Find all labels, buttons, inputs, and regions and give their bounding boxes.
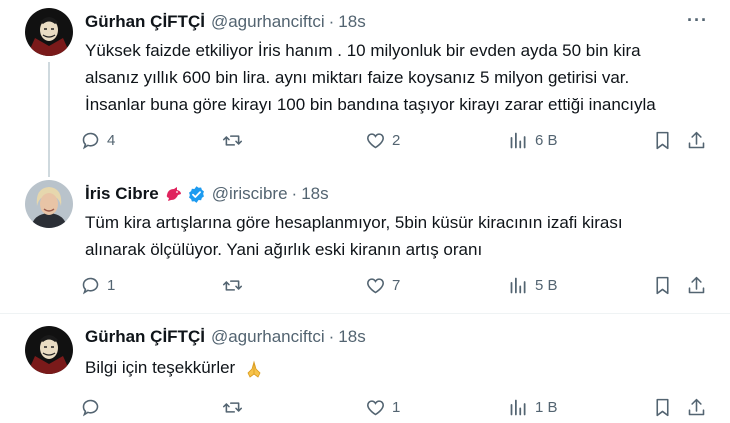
- views-icon: [510, 132, 526, 149]
- tweet-3[interactable]: Gürhan ÇİFTÇİ @agurhanciftci · 18s Bilgi…: [0, 314, 730, 420]
- tweet-text-line: İnsanlar buna göre kirayı 100 bin bandın…: [85, 95, 656, 114]
- verified-badge-icon[interactable]: [187, 185, 206, 204]
- reply-icon: [82, 399, 99, 417]
- views-icon: [510, 277, 526, 294]
- share-button[interactable]: [686, 397, 707, 418]
- thread-line: [48, 62, 50, 177]
- red-bird-icon: [166, 187, 181, 201]
- reply-icon: [82, 277, 99, 295]
- author-handle[interactable]: @agurhanciftci: [211, 12, 325, 32]
- tweet-text-line: alsanız yıllık 600 bin lira. aynı miktar…: [85, 68, 630, 87]
- retweet-button[interactable]: [222, 130, 249, 151]
- retweet-icon: [222, 402, 243, 413]
- avatar-gurhan[interactable]: [25, 8, 73, 56]
- views-button[interactable]: 6 B: [508, 130, 558, 151]
- like-icon: [367, 133, 384, 149]
- reply-button[interactable]: 1: [80, 275, 115, 296]
- tweet-text-line: Bilgi için teşekkürler: [85, 358, 236, 377]
- more-icon[interactable]: ···: [687, 10, 708, 31]
- folded-hands-icon: [247, 360, 261, 378]
- reply-button[interactable]: [80, 397, 107, 418]
- bookmark-icon: [656, 276, 669, 295]
- share-button[interactable]: [686, 275, 707, 296]
- retweet-button[interactable]: [222, 397, 249, 418]
- like-button[interactable]: 2: [365, 130, 400, 151]
- tweet-text-line: alınarak ölçülüyor. Yani ağırlık eski ki…: [85, 240, 483, 259]
- views-icon: [510, 399, 526, 416]
- tweet-text-line: Yüksek faizde etkiliyor İris hanım . 10 …: [85, 41, 641, 60]
- tweet-header: İris Cibre @iriscibre · 18s: [85, 184, 329, 204]
- views-count: 5 B: [535, 277, 558, 294]
- tweet-text: Bilgi için teşekkürler: [85, 354, 715, 381]
- avatar-iris[interactable]: [25, 180, 73, 228]
- like-icon: [367, 278, 384, 294]
- views-count: 1 B: [535, 399, 558, 416]
- like-count: 2: [392, 132, 401, 149]
- views-count: 6 B: [535, 132, 558, 149]
- tweet-text: Tüm kira artışlarına göre hesaplanmıyor,…: [85, 209, 715, 263]
- retweet-button[interactable]: [222, 275, 249, 296]
- tweet-header: Gürhan ÇİFTÇİ @agurhanciftci · 18s: [85, 12, 366, 32]
- author-handle[interactable]: @agurhanciftci: [211, 327, 325, 347]
- action-bar: 1 7 5 B: [80, 275, 720, 301]
- views-button[interactable]: 5 B: [508, 275, 558, 296]
- author-name[interactable]: Gürhan ÇİFTÇİ: [85, 327, 205, 347]
- share-icon: [688, 276, 705, 294]
- share-button[interactable]: [686, 130, 707, 151]
- reply-icon: [82, 132, 99, 150]
- like-button[interactable]: 7: [365, 275, 400, 296]
- bookmark-icon: [656, 131, 669, 150]
- timestamp[interactable]: 18s: [338, 327, 365, 347]
- bookmark-icon: [656, 398, 669, 417]
- like-button[interactable]: 1: [365, 397, 400, 418]
- like-count: 1: [392, 399, 401, 416]
- retweet-icon: [222, 280, 243, 291]
- author-name[interactable]: İris Cibre: [85, 184, 159, 204]
- author-name[interactable]: Gürhan ÇİFTÇİ: [85, 12, 205, 32]
- retweet-icon: [222, 135, 243, 146]
- like-count: 7: [392, 277, 401, 294]
- bookmark-button[interactable]: [652, 397, 673, 418]
- action-bar: 4 2 6 B: [80, 130, 720, 156]
- tweet-text: Yüksek faizde etkiliyor İris hanım . 10 …: [85, 37, 715, 118]
- tweet-header: Gürhan ÇİFTÇİ @agurhanciftci · 18s: [85, 327, 366, 347]
- tweet-text-line: Tüm kira artışlarına göre hesaplanmıyor,…: [85, 213, 623, 232]
- bookmark-button[interactable]: [652, 130, 673, 151]
- share-icon: [688, 131, 705, 149]
- views-button[interactable]: 1 B: [508, 397, 558, 418]
- tweet-1[interactable]: Gürhan ÇİFTÇİ @agurhanciftci · 18s ··· Y…: [0, 0, 730, 177]
- tweet-2[interactable]: İris Cibre @iriscibre · 18s Tüm kira art…: [0, 168, 730, 313]
- author-handle[interactable]: @iriscibre: [212, 184, 288, 204]
- reply-count: 1: [107, 277, 116, 294]
- share-icon: [688, 398, 705, 416]
- bookmark-button[interactable]: [652, 275, 673, 296]
- avatar-gurhan[interactable]: [25, 326, 73, 374]
- reply-button[interactable]: 4: [80, 130, 115, 151]
- like-icon: [367, 400, 384, 416]
- timestamp[interactable]: 18s: [301, 184, 328, 204]
- reply-count: 4: [107, 132, 116, 149]
- action-bar: 1 1 B: [80, 397, 720, 423]
- timestamp[interactable]: 18s: [338, 12, 365, 32]
